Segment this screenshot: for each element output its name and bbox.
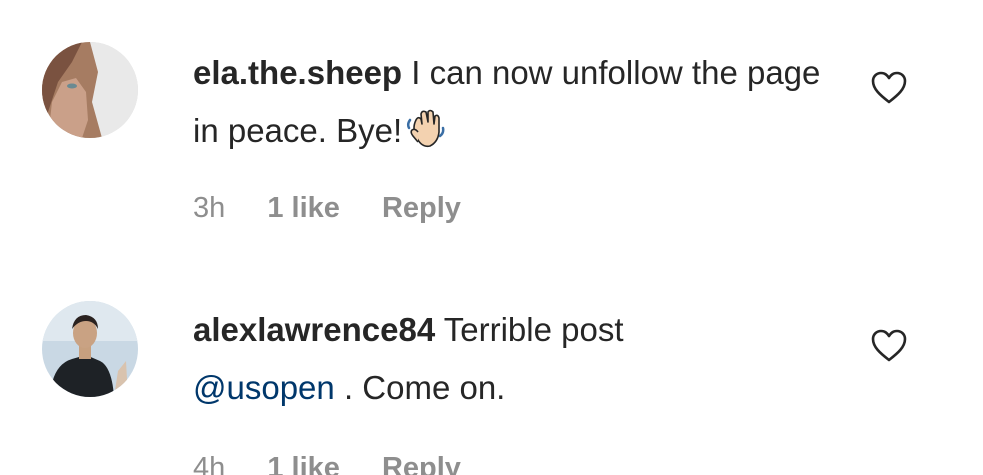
avatar[interactable] bbox=[42, 42, 138, 138]
comment-time: 3h bbox=[193, 192, 226, 224]
reply-button[interactable]: Reply bbox=[382, 192, 461, 224]
comment-username[interactable]: alexlawrence84 bbox=[193, 311, 435, 348]
comment-meta: 3h 1 like Reply bbox=[193, 192, 495, 225]
reply-button[interactable]: Reply bbox=[382, 452, 461, 475]
like-heart-icon[interactable] bbox=[870, 328, 908, 364]
comment-body: ela.the.sheep I can now unfollow the pag… bbox=[193, 44, 833, 160]
comment-text: Terrible post bbox=[443, 311, 624, 348]
comment-body: alexlawrence84 Terrible post @usopen . C… bbox=[193, 301, 833, 417]
mention-link[interactable]: @usopen bbox=[193, 369, 335, 406]
comment-time: 4h bbox=[193, 452, 226, 475]
avatar-image bbox=[42, 301, 138, 397]
comment-likes[interactable]: 1 like bbox=[267, 452, 340, 475]
avatar-image bbox=[42, 42, 138, 138]
comment-likes[interactable]: 1 like bbox=[267, 192, 340, 224]
comment-text: . Come on. bbox=[343, 369, 506, 406]
avatar[interactable] bbox=[42, 301, 138, 397]
waving-hand-icon bbox=[407, 109, 445, 148]
comment-meta: 4h 1 like Reply bbox=[193, 452, 495, 475]
like-heart-icon[interactable] bbox=[870, 70, 908, 106]
comment-username[interactable]: ela.the.sheep bbox=[193, 54, 402, 91]
